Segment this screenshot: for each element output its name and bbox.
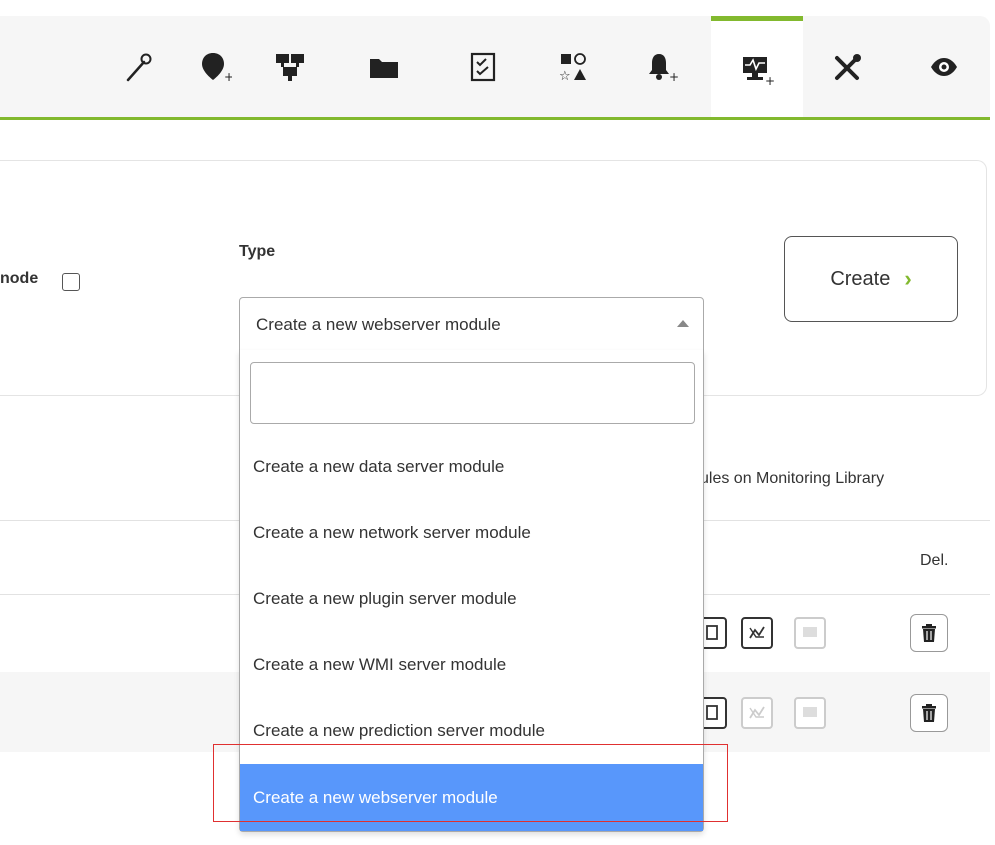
tools-icon — [835, 53, 861, 80]
shapes-icon: ☆ — [559, 52, 586, 84]
network-tool-button[interactable] — [244, 16, 336, 117]
svg-text:+: + — [224, 70, 232, 84]
alert-tool-button[interactable]: + — [616, 16, 708, 117]
type-select-value: Create a new webserver module — [256, 315, 501, 334]
bell-plus-icon: + — [649, 53, 679, 84]
folder-icon — [370, 58, 398, 78]
chevron-right-icon: › — [904, 266, 912, 291]
row2-graph-icon — [741, 697, 773, 729]
type-dropdown: Create a new data server module Create a… — [239, 350, 704, 832]
shapes-tool-button[interactable]: ☆ — [527, 16, 619, 117]
create-button-label: Create — [830, 267, 891, 290]
dropdown-option-webserver[interactable]: Create a new webserver module — [240, 764, 703, 831]
folder-tool-button[interactable] — [338, 16, 430, 117]
caret-up-icon — [677, 320, 689, 327]
row2-monitor-icon — [794, 697, 826, 729]
checklist-tool-button[interactable] — [437, 16, 529, 117]
eye-icon — [931, 57, 957, 76]
type-select[interactable]: Create a new webserver module — [239, 297, 704, 351]
dropdown-option-plugin-server[interactable]: Create a new plugin server module — [240, 566, 703, 632]
checklist-icon — [470, 52, 496, 81]
dropdown-search-input[interactable] — [250, 362, 695, 424]
create-button[interactable]: Create › — [784, 236, 958, 322]
view-tool-button[interactable] — [898, 16, 990, 117]
row1-graph-icon[interactable] — [741, 617, 773, 649]
row1-delete-icon[interactable] — [910, 614, 948, 652]
del-column-header: Del. — [920, 552, 949, 569]
wand-icon — [126, 53, 152, 81]
map-marker-plus-icon: + — [202, 52, 232, 84]
mode-checkbox[interactable] — [62, 273, 80, 291]
type-label: Type — [239, 243, 276, 260]
dropdown-option-network-server[interactable]: Create a new network server module — [240, 500, 703, 566]
network-agents-icon — [276, 53, 304, 81]
svg-text:+: + — [669, 70, 679, 84]
dropdown-option-wmi-server[interactable]: Create a new WMI server module — [240, 632, 703, 698]
row2-delete-icon[interactable] — [910, 694, 948, 732]
svg-text:+: + — [765, 74, 774, 86]
module-toolbar: + ☆ + + — [0, 16, 990, 120]
dropdown-option-prediction-server[interactable]: Create a new prediction server module — [240, 698, 703, 764]
mode-label: node — [0, 270, 39, 287]
module-tool-button-active[interactable]: + — [711, 16, 803, 117]
monitoring-library-link[interactable]: ules on Monitoring Library — [700, 470, 884, 488]
monitor-heartbeat-plus-icon: + — [743, 57, 774, 86]
row1-monitor-icon — [794, 617, 826, 649]
tools-tool-button[interactable] — [802, 16, 894, 117]
svg-text:☆: ☆ — [559, 69, 571, 84]
dropdown-option-data-server[interactable]: Create a new data server module — [240, 434, 703, 500]
